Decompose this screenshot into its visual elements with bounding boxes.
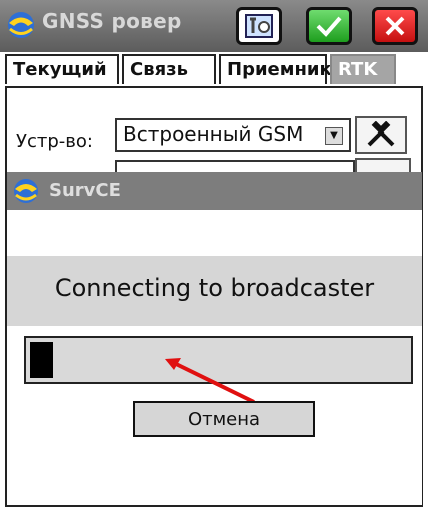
tab-connection[interactable]: Связь <box>122 54 216 84</box>
device-select[interactable]: Встроенный GSM ▼ <box>115 118 351 152</box>
annotation-arrow <box>165 358 255 404</box>
checkmark-icon <box>316 16 342 37</box>
device-label: Устр-во: <box>16 131 93 152</box>
tab-bar: Текущий Связь Приемник RTK <box>0 52 428 86</box>
panel-bottom-border <box>5 505 423 507</box>
connect-dialog: SurvCE Connecting to broadcaster Отмена <box>7 172 422 505</box>
device-settings-button[interactable] <box>355 116 407 154</box>
tab-receiver[interactable]: Приемник <box>219 54 332 84</box>
ok-button[interactable] <box>306 7 352 45</box>
app-logo-icon <box>8 12 34 38</box>
tab-rtk[interactable]: RTK <box>330 54 396 84</box>
tools-button[interactable] <box>236 7 282 45</box>
tab-panel-border <box>5 86 421 88</box>
cancel-button[interactable]: Отмена <box>133 401 315 437</box>
tab-current[interactable]: Текущий <box>5 54 119 84</box>
hammer-wrench-icon <box>367 121 395 147</box>
close-button[interactable] <box>372 7 418 45</box>
close-icon <box>385 16 405 36</box>
tools-icon <box>245 14 273 38</box>
device-select-value: Встроенный GSM <box>123 122 304 146</box>
title-bar: GNSS ровер <box>0 0 428 52</box>
chevron-down-icon[interactable]: ▼ <box>325 127 343 145</box>
app-title: GNSS ровер <box>42 9 182 33</box>
